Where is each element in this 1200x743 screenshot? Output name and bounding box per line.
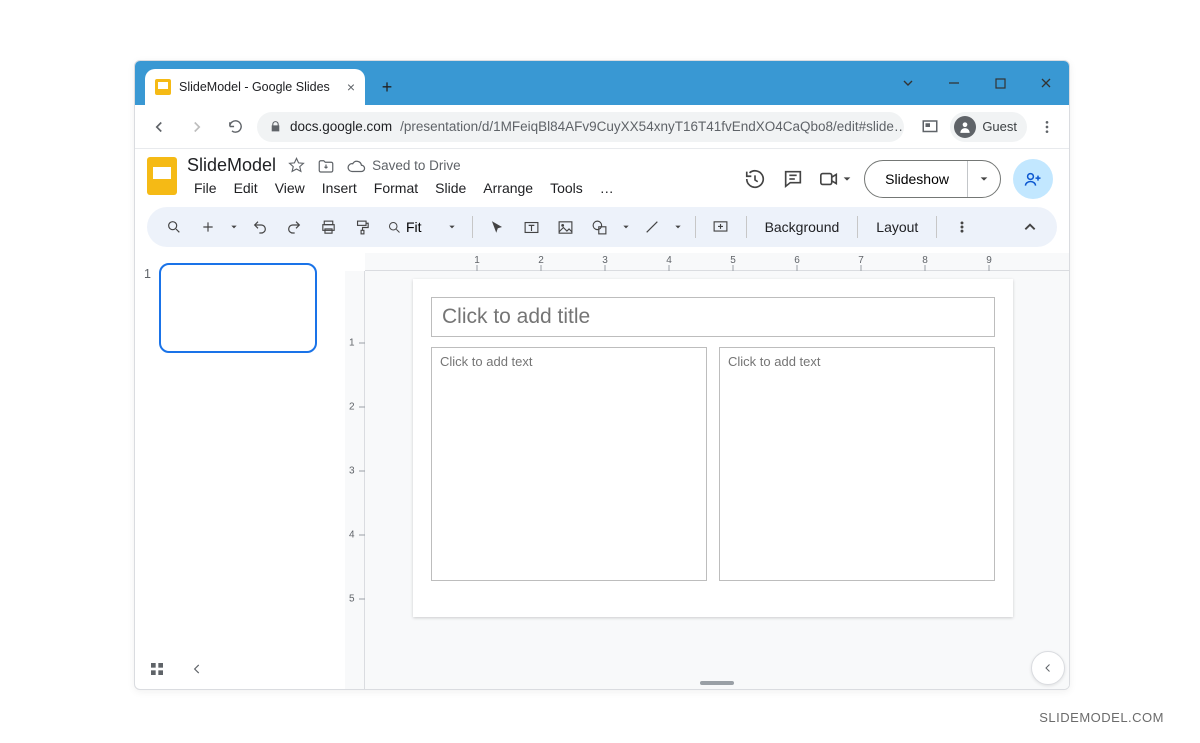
text-placeholder-left[interactable]: Click to add text: [431, 347, 707, 581]
ruler-v-tick-label: 3: [349, 466, 355, 477]
title-placeholder[interactable]: Click to add title: [431, 297, 995, 337]
version-history-icon[interactable]: [742, 166, 768, 192]
url-path: /presentation/d/1MFeiqBl84AFv9CuyXX54xny…: [400, 119, 904, 134]
window-controls: [885, 61, 1069, 105]
header-actions: Slideshow: [742, 159, 1053, 199]
explore-button[interactable]: [1031, 651, 1065, 685]
ruler-v-tick-label: 2: [349, 402, 355, 413]
maximize-button[interactable]: [977, 61, 1023, 105]
menu-format[interactable]: Format: [367, 178, 425, 198]
slide-canvas[interactable]: Click to add title Click to add text Cli…: [413, 279, 1013, 617]
slideshow-button[interactable]: Slideshow: [865, 161, 968, 197]
toolbar: Fit Background Layout: [147, 207, 1057, 247]
new-slide-dropdown[interactable]: [227, 223, 241, 231]
new-tab-button[interactable]: +: [373, 73, 401, 101]
background-button[interactable]: Background: [757, 219, 848, 235]
document-title[interactable]: SlideModel: [187, 155, 276, 176]
nav-reload-button[interactable]: [219, 111, 251, 143]
canvas-area: 1 2 3 4 5 6 7 8 9 1 2 3 4 5 Click to add…: [345, 253, 1069, 689]
slides-logo-icon[interactable]: [147, 157, 177, 195]
slideshow-dropdown[interactable]: [968, 161, 1000, 197]
slide-number: 1: [139, 263, 151, 353]
image-tool-icon[interactable]: [551, 212, 581, 242]
canvas-background[interactable]: Click to add title Click to add text Cli…: [365, 271, 1069, 689]
paint-format-button[interactable]: [347, 212, 377, 242]
profile-guest-button[interactable]: Guest: [950, 112, 1027, 142]
browser-tab[interactable]: SlideModel - Google Slides ×: [145, 69, 365, 105]
menu-edit[interactable]: Edit: [227, 178, 265, 198]
close-button[interactable]: [1023, 61, 1069, 105]
zoom-dropdown[interactable]: Fit: [381, 219, 462, 235]
text-placeholder-right[interactable]: Click to add text: [719, 347, 995, 581]
minimize-button[interactable]: [931, 61, 977, 105]
collapse-toolbar-icon[interactable]: [1015, 212, 1045, 242]
guest-avatar-icon: [954, 116, 976, 138]
menu-insert[interactable]: Insert: [315, 178, 364, 198]
slide-thumb-row: 1: [139, 263, 333, 353]
menu-slide[interactable]: Slide: [428, 178, 473, 198]
titlebar: SlideModel - Google Slides × +: [135, 61, 1069, 105]
collapse-filmstrip-icon[interactable]: [187, 659, 207, 679]
nav-back-button[interactable]: [143, 111, 175, 143]
toolbar-more-icon[interactable]: [947, 212, 977, 242]
horizontal-ruler[interactable]: 1 2 3 4 5 6 7 8 9: [365, 253, 1069, 271]
undo-button[interactable]: [245, 212, 275, 242]
menu-file[interactable]: File: [187, 178, 224, 198]
speaker-notes-handle[interactable]: [700, 681, 734, 685]
address-bar-row: docs.google.com/presentation/d/1MFeiqBl8…: [135, 105, 1069, 149]
line-dropdown[interactable]: [671, 223, 685, 231]
url-domain: docs.google.com: [290, 119, 392, 134]
slide-thumbnail[interactable]: [159, 263, 317, 353]
dropdown-caret-icon[interactable]: [885, 61, 931, 105]
select-tool-icon[interactable]: [483, 212, 513, 242]
comments-icon[interactable]: [780, 166, 806, 192]
menu-arrange[interactable]: Arrange: [476, 178, 540, 198]
grid-view-icon[interactable]: [147, 659, 167, 679]
zoom-label: Fit: [406, 219, 422, 235]
nav-forward-button[interactable]: [181, 111, 213, 143]
slideshow-label: Slideshow: [885, 171, 949, 187]
redo-button[interactable]: [279, 212, 309, 242]
url-bar[interactable]: docs.google.com/presentation/d/1MFeiqBl8…: [257, 112, 904, 142]
chrome-menu-button[interactable]: [1033, 113, 1061, 141]
layout-button[interactable]: Layout: [868, 219, 926, 235]
comment-tool-icon[interactable]: [706, 212, 736, 242]
save-status-button[interactable]: Saved to Drive: [346, 158, 461, 173]
guest-label: Guest: [982, 119, 1017, 134]
ruler-v-tick-label: 4: [349, 530, 355, 541]
lock-icon: [269, 120, 282, 133]
watermark: SLIDEMODEL.COM: [1039, 710, 1164, 725]
menu-view[interactable]: View: [268, 178, 312, 198]
tab-close-button[interactable]: ×: [347, 79, 355, 95]
browser-window: SlideModel - Google Slides × +: [134, 60, 1070, 690]
slides-favicon-icon: [155, 79, 171, 95]
print-button[interactable]: [313, 212, 343, 242]
star-button[interactable]: [286, 156, 306, 176]
shape-dropdown[interactable]: [619, 223, 633, 231]
vertical-ruler[interactable]: 1 2 3 4 5: [345, 271, 365, 689]
new-slide-button[interactable]: [193, 212, 223, 242]
line-tool-icon[interactable]: [637, 212, 667, 242]
ruler-v-tick-label: 5: [349, 594, 355, 605]
search-tool-icon[interactable]: [159, 212, 189, 242]
filmstrip: 1: [135, 253, 345, 689]
menu-tools[interactable]: Tools: [543, 178, 590, 198]
slideshow-group: Slideshow: [864, 160, 1001, 198]
tab-title: SlideModel - Google Slides: [179, 80, 330, 94]
save-status-text: Saved to Drive: [372, 158, 461, 173]
app-header: SlideModel Saved to Drive File Edit View…: [135, 149, 1069, 201]
menubar: File Edit View Insert Format Slide Arran…: [187, 178, 621, 198]
share-button[interactable]: [1013, 159, 1053, 199]
meet-button[interactable]: [818, 169, 852, 189]
install-app-icon[interactable]: [916, 113, 944, 141]
menu-more[interactable]: …: [593, 178, 621, 198]
shape-tool-icon[interactable]: [585, 212, 615, 242]
ruler-v-tick-label: 1: [349, 338, 355, 349]
textbox-tool-icon[interactable]: [517, 212, 547, 242]
move-button[interactable]: [316, 156, 336, 176]
workspace: 1 1 2 3 4 5 6 7 8 9: [135, 253, 1069, 689]
